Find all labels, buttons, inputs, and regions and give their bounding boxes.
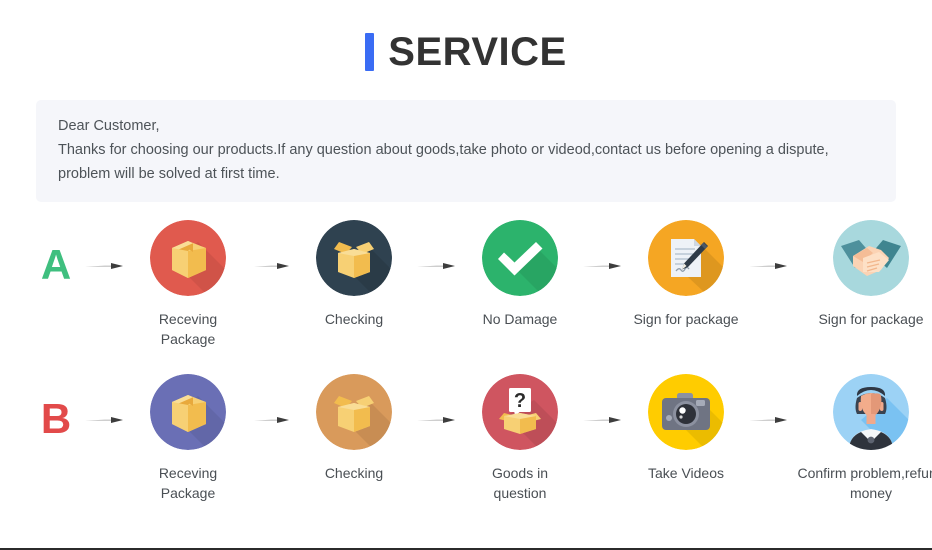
service-page: SERVICE Dear Customer, Thanks for choosi… bbox=[0, 0, 932, 550]
title-accent-bar bbox=[365, 33, 375, 71]
customer-notice: Dear Customer, Thanks for choosing our p… bbox=[36, 100, 896, 202]
flow-step: Sign for package bbox=[630, 220, 742, 329]
step-label: Checking bbox=[324, 311, 384, 327]
open-box-icon bbox=[316, 220, 392, 296]
step-label: Goods in question bbox=[491, 465, 549, 501]
arrow-right-icon bbox=[78, 258, 132, 274]
step-label: Sign for package bbox=[818, 311, 924, 327]
flow-label-b: B bbox=[40, 395, 72, 442]
svg-text:?: ? bbox=[514, 390, 526, 412]
page-title-text: SERVICE bbox=[388, 30, 567, 74]
arrow-right-icon bbox=[78, 412, 132, 428]
flow-step: Sign for package bbox=[796, 220, 932, 329]
sign-document-icon bbox=[648, 220, 724, 296]
flow-step: ? Goods in question bbox=[464, 374, 576, 503]
arrow-right-icon bbox=[576, 258, 630, 274]
flow-row-b: B Receving Package Checking ? Goods in q… bbox=[34, 374, 932, 522]
flow-step: Receving Package bbox=[132, 374, 244, 503]
flow-step: Checking bbox=[298, 374, 410, 483]
step-label: Checking bbox=[324, 465, 384, 481]
camera-icon bbox=[648, 374, 724, 450]
flow-step: Confirm problem,refund money bbox=[796, 374, 932, 503]
arrow-right-icon bbox=[576, 412, 630, 428]
notice-line-3: problem will be solved at first time. bbox=[58, 166, 280, 182]
flow-step: Receving Package bbox=[132, 220, 244, 349]
step-label: Take Videos bbox=[647, 465, 724, 481]
notice-line-2: Thanks for choosing our products.If any … bbox=[58, 142, 829, 158]
arrow-right-icon bbox=[244, 412, 298, 428]
step-label: Receving Package bbox=[158, 311, 218, 347]
arrow-right-icon bbox=[742, 412, 796, 428]
closed-box-icon bbox=[150, 374, 226, 450]
step-label: No Damage bbox=[482, 311, 558, 327]
flow-step: No Damage bbox=[464, 220, 576, 329]
checkmark-icon bbox=[482, 220, 558, 296]
open-box-icon bbox=[316, 374, 392, 450]
handshake-icon bbox=[833, 220, 909, 296]
page-title: SERVICE bbox=[0, 0, 932, 80]
question-box-icon: ? bbox=[482, 374, 558, 450]
step-label: Receving Package bbox=[158, 465, 218, 501]
flow-step: Checking bbox=[298, 220, 410, 329]
arrow-right-icon bbox=[410, 258, 464, 274]
flow-step: Take Videos bbox=[630, 374, 742, 483]
step-label: Sign for package bbox=[633, 311, 739, 327]
closed-box-icon bbox=[150, 220, 226, 296]
flow-container: A Receving Package Checking No Damage Si… bbox=[0, 220, 932, 522]
flow-row-a: A Receving Package Checking No Damage Si… bbox=[34, 220, 924, 368]
flow-label-a: A bbox=[40, 241, 72, 288]
step-label: Confirm problem,refund money bbox=[797, 465, 932, 501]
arrow-right-icon bbox=[244, 258, 298, 274]
arrow-right-icon bbox=[410, 412, 464, 428]
person-icon bbox=[833, 374, 909, 450]
notice-line-1: Dear Customer, bbox=[58, 118, 160, 134]
arrow-right-icon bbox=[742, 258, 796, 274]
